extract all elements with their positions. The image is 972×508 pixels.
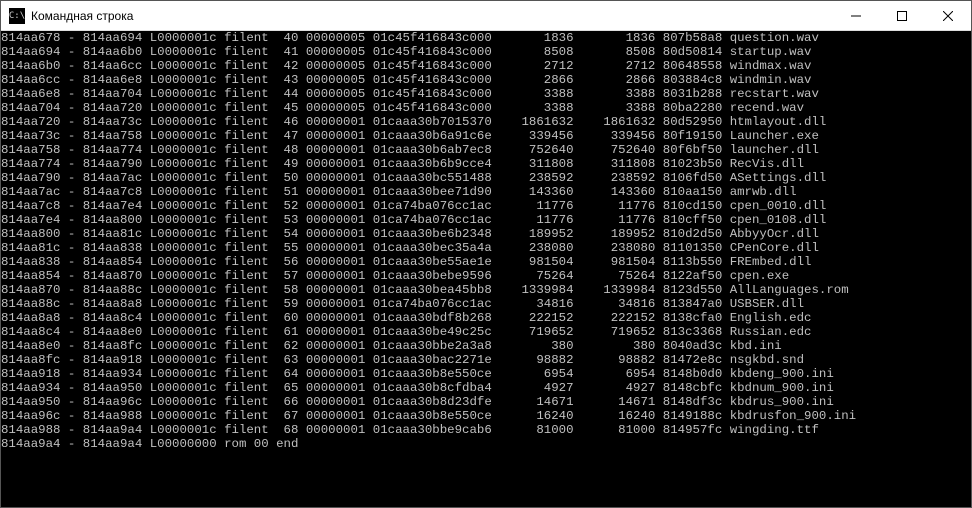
console-row: 814aa8fc - 814aa918 L0000001c filent 63 … (1, 353, 971, 367)
console-row: 814aa790 - 814aa7ac L0000001c filent 50 … (1, 171, 971, 185)
console-row: 814aa704 - 814aa720 L0000001c filent 45 … (1, 101, 971, 115)
console-row: 814aa8c4 - 814aa8e0 L0000001c filent 61 … (1, 325, 971, 339)
console-row: 814aa7c8 - 814aa7e4 L0000001c filent 52 … (1, 199, 971, 213)
console-row: 814aa758 - 814aa774 L0000001c filent 48 … (1, 143, 971, 157)
console-row: 814aa838 - 814aa854 L0000001c filent 56 … (1, 255, 971, 269)
console-row: 814aa988 - 814aa9a4 L0000001c filent 68 … (1, 423, 971, 437)
console-row: 814aa6cc - 814aa6e8 L0000001c filent 43 … (1, 73, 971, 87)
console-row: 814aa678 - 814aa694 L0000001c filent 40 … (1, 31, 971, 45)
console-row: 814aa6e8 - 814aa704 L0000001c filent 44 … (1, 87, 971, 101)
window: C:\ Командная строка 814aa678 - 814aa694… (0, 0, 972, 508)
console-row: 814aa96c - 814aa988 L0000001c filent 67 … (1, 409, 971, 423)
console-row: 814aa6b0 - 814aa6cc L0000001c filent 42 … (1, 59, 971, 73)
console-row: 814aa8a8 - 814aa8c4 L0000001c filent 60 … (1, 311, 971, 325)
console-row: 814aa73c - 814aa758 L0000001c filent 47 … (1, 129, 971, 143)
cmd-icon: C:\ (9, 8, 25, 24)
console-row: 814aa7ac - 814aa7c8 L0000001c filent 51 … (1, 185, 971, 199)
console-row: 814aa950 - 814aa96c L0000001c filent 66 … (1, 395, 971, 409)
console-row: 814aa694 - 814aa6b0 L0000001c filent 41 … (1, 45, 971, 59)
console-row: 814aa8e0 - 814aa8fc L0000001c filent 62 … (1, 339, 971, 353)
window-title: Командная строка (31, 9, 833, 23)
console-row: 814aa918 - 814aa934 L0000001c filent 64 … (1, 367, 971, 381)
console-row: 814aa934 - 814aa950 L0000001c filent 65 … (1, 381, 971, 395)
console-row: 814aa88c - 814aa8a8 L0000001c filent 59 … (1, 297, 971, 311)
console-row: 814aa854 - 814aa870 L0000001c filent 57 … (1, 269, 971, 283)
console-row: 814aa870 - 814aa88c L0000001c filent 58 … (1, 283, 971, 297)
console-row: 814aa774 - 814aa790 L0000001c filent 49 … (1, 157, 971, 171)
console-row: 814aa800 - 814aa81c L0000001c filent 54 … (1, 227, 971, 241)
titlebar[interactable]: C:\ Командная строка (1, 1, 971, 31)
console-row: 814aa720 - 814aa73c L0000001c filent 46 … (1, 115, 971, 129)
console-row: 814aa81c - 814aa838 L0000001c filent 55 … (1, 241, 971, 255)
minimize-button[interactable] (833, 1, 879, 30)
console-row: 814aa9a4 - 814aa9a4 L00000000 rom 00 end (1, 437, 971, 451)
titlebar-buttons (833, 1, 971, 30)
console-output[interactable]: 814aa678 - 814aa694 L0000001c filent 40 … (1, 31, 971, 507)
maximize-button[interactable] (879, 1, 925, 30)
console-row: 814aa7e4 - 814aa800 L0000001c filent 53 … (1, 213, 971, 227)
close-button[interactable] (925, 1, 971, 30)
